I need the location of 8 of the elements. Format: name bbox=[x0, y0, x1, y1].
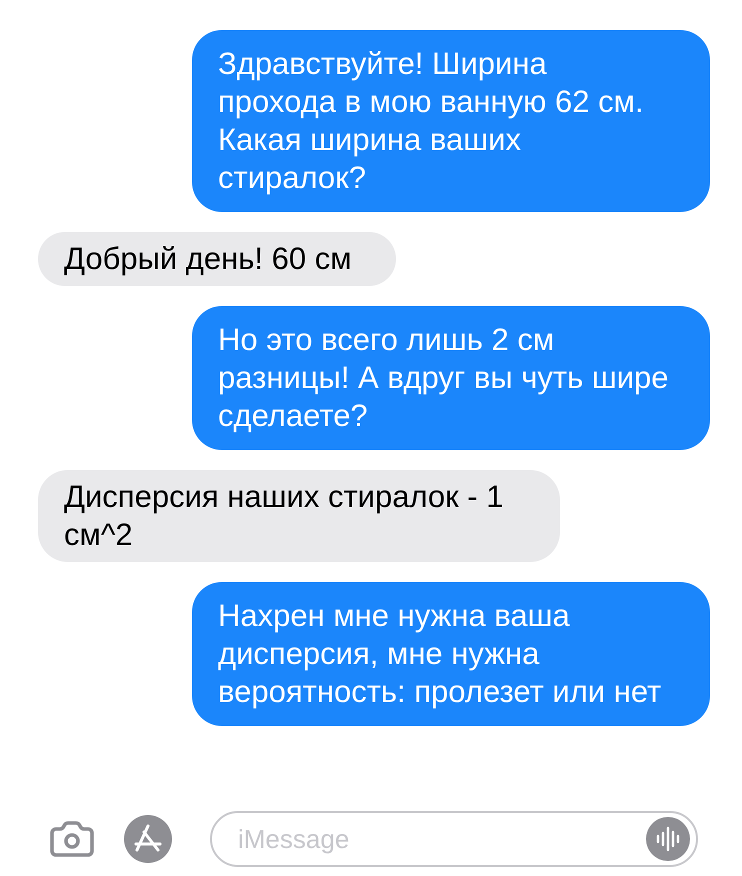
received-message-bubble: Добрый день! 60 см bbox=[38, 232, 396, 286]
message-input-field[interactable]: iMessage bbox=[210, 811, 698, 867]
received-message-bubble: Дисперсия наших стиралок - 1 см^2 bbox=[38, 470, 560, 562]
sent-message-bubble: Здравствуйте! Ширина прохода в мою ванную 62 см. Какая ширина ваших стиралок? bbox=[192, 30, 710, 212]
sent-message-bubble: Нахрен мне нужна ваша дисперсия, мне нужна вероятность: пролезет или нет bbox=[192, 582, 710, 726]
audio-waveform-icon[interactable] bbox=[646, 817, 690, 861]
message-input[interactable]: iMessage bbox=[238, 820, 646, 858]
sent-message-bubble: Но это всего лишь 2 см разницы! А вдруг вы чуть шире сделаете? bbox=[192, 306, 710, 450]
